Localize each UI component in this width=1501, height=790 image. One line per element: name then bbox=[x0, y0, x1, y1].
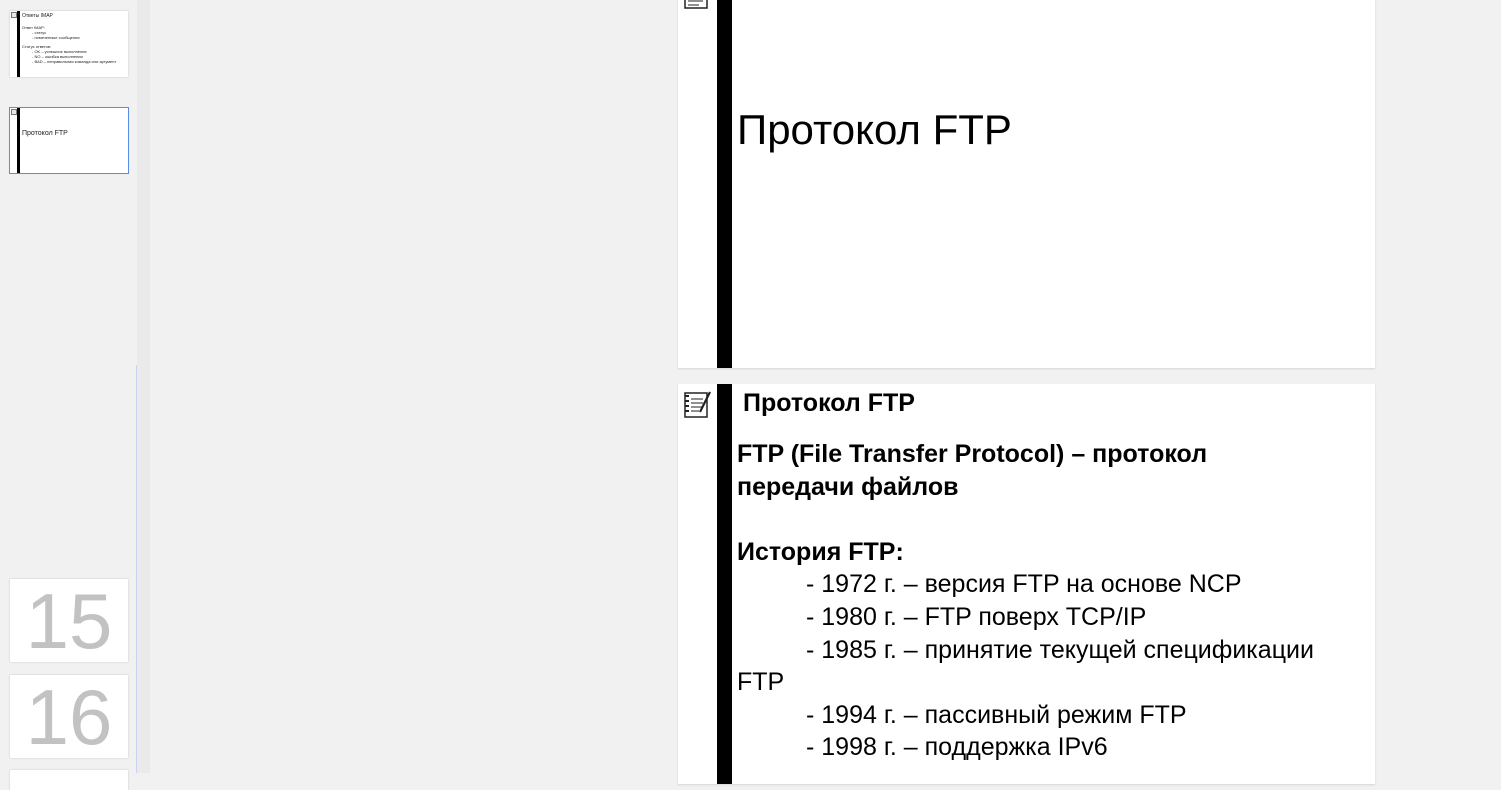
slide-title: Протокол FTP bbox=[737, 106, 1012, 153]
definition-line: FTP (File Transfer Protocol) – протокол bbox=[737, 440, 1208, 468]
slide-thumbnail-16[interactable]: 16 bbox=[10, 675, 128, 758]
history-heading: История FTP: bbox=[737, 538, 904, 566]
history-item: - 1994 г. – пассивный режим FTP bbox=[806, 701, 1187, 729]
history-item: - 1972 г. – версия FTP на основе NCP bbox=[806, 570, 1242, 598]
slide-thumbnail-17[interactable] bbox=[10, 770, 128, 790]
history-item: - 1985 г. – принятие текущей спецификаци… bbox=[806, 636, 1314, 664]
history-item: - 1980 г. – FTP поверх TCP/IP bbox=[806, 603, 1147, 631]
slide-accent-bar bbox=[717, 0, 732, 368]
thumbnail-title: Протокол FTP bbox=[22, 130, 68, 137]
history-item: - 1998 г. – поддержка IPv6 bbox=[806, 733, 1108, 761]
slide-thumbnail-15[interactable]: 15 bbox=[10, 579, 128, 662]
slide-thumbnail-ftp-title[interactable]: Протокол FTP bbox=[9, 107, 129, 174]
notes-icon bbox=[684, 391, 711, 418]
slide-accent-bar bbox=[717, 384, 732, 784]
panel-gutter bbox=[137, 0, 150, 773]
slide-ftp-title[interactable]: Протокол FTP bbox=[678, 0, 1375, 368]
thumbnail-title: Ответы IMAP bbox=[22, 13, 53, 19]
slide-number: 15 bbox=[25, 579, 113, 662]
thumbnail-text: - помеченные сообщения bbox=[32, 35, 80, 40]
definition-line: передачи файлов bbox=[737, 473, 959, 501]
slide-ftp-content[interactable]: Протокол FTP FTP (File Transfer Protocol… bbox=[678, 384, 1375, 784]
slide-accent-bar bbox=[17, 108, 20, 173]
slide-number: 16 bbox=[25, 675, 113, 758]
thumbnail-text: - BAD – неправильная команда или аргумен… bbox=[32, 59, 117, 64]
slide-accent-bar bbox=[17, 11, 20, 77]
history-item: FTP bbox=[737, 668, 785, 696]
slide-thumbnail-imap[interactable]: Ответы IMAP Ответ IMAP: - статус - помеч… bbox=[10, 11, 128, 77]
notes-icon bbox=[684, 0, 708, 9]
slide-heading: Протокол FTP bbox=[743, 389, 915, 417]
slide-thumbnail-panel[interactable]: Ответы IMAP Ответ IMAP: - статус - помеч… bbox=[0, 0, 137, 790]
